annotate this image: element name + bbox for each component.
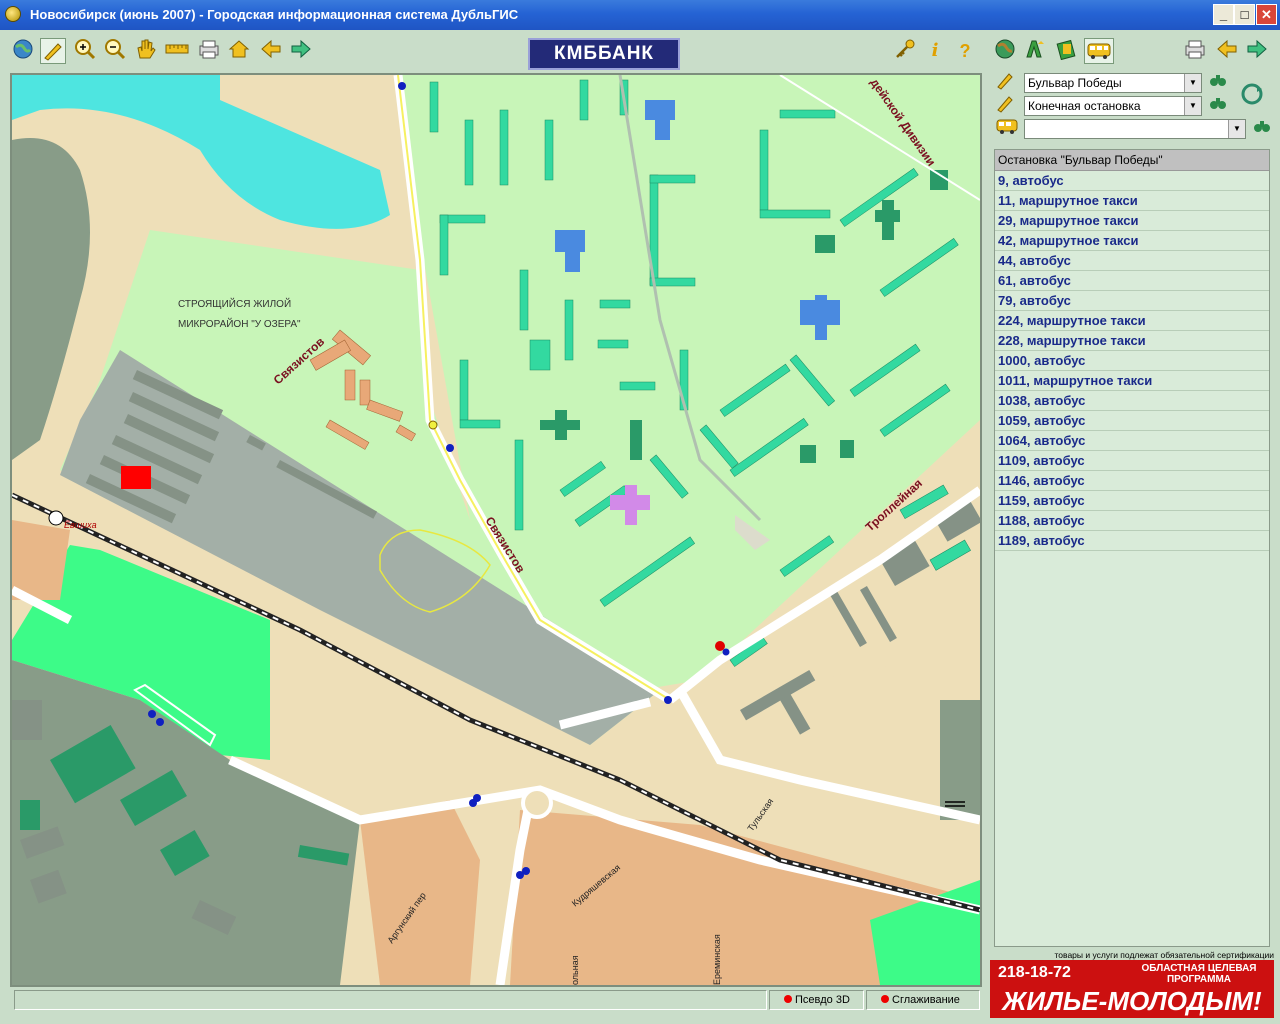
stop-routes-list[interactable]: Остановка "Бульвар Победы" 9, автобус 11… xyxy=(994,149,1270,947)
red-dot-icon xyxy=(881,995,889,1003)
red-dot-icon xyxy=(784,995,792,1003)
list-item[interactable]: 42, маршрутное такси xyxy=(995,231,1269,251)
ad-body[interactable]: 218-18-72 ОБЛАСТНАЯ ЦЕЛЕВАЯ ПРОГРАММА ЖИ… xyxy=(990,960,1274,1018)
map-view[interactable]: СТРОЯЩИЙСЯ ЖИЛОЙ МИКРОРАЙОН "У ОЗЕРА" Св… xyxy=(10,73,982,987)
app-icon xyxy=(5,6,21,22)
back-icon[interactable] xyxy=(258,38,284,64)
chevron-down-icon[interactable]: ▼ xyxy=(1228,120,1245,138)
stop-header: Остановка "Бульвар Победы" xyxy=(995,150,1269,171)
ad-banner[interactable]: товары и услуги подлежат обязательной се… xyxy=(990,950,1274,1018)
route-to-icon xyxy=(994,93,1016,115)
forward-icon[interactable] xyxy=(1244,38,1270,64)
bus-icon xyxy=(994,116,1020,138)
list-item[interactable]: 44, автобус xyxy=(995,251,1269,271)
pseudo3d-label: Псевдо 3D xyxy=(795,994,850,1006)
help-icon[interactable]: ? xyxy=(952,38,978,64)
list-item[interactable]: 228, маршрутное такси xyxy=(995,331,1269,351)
district-label: СТРОЯЩИЙСЯ ЖИЛОЙ xyxy=(178,297,291,310)
list-item[interactable]: 1188, автобус xyxy=(995,511,1269,531)
list-item[interactable]: 224, маршрутное такси xyxy=(995,311,1269,331)
list-item[interactable]: 9, автобус xyxy=(995,171,1269,191)
certification-note: товары и услуги подлежат обязательной се… xyxy=(1054,950,1275,960)
list-item[interactable]: 1109, автобус xyxy=(995,451,1269,471)
status-main xyxy=(14,990,767,1010)
binoculars-icon[interactable] xyxy=(1252,116,1272,138)
list-item[interactable]: 1059, автобус xyxy=(995,411,1269,431)
list-item[interactable]: 79, автобус xyxy=(995,291,1269,311)
zoom-in-icon[interactable] xyxy=(72,38,98,64)
ad-phone: 218-18-72 xyxy=(998,964,1071,981)
globe-search-icon[interactable] xyxy=(992,38,1018,64)
ad-slogan: ЖИЛЬЕ-МОЛОДЫМ! xyxy=(1002,986,1262,1016)
minimize-button[interactable]: _ xyxy=(1213,4,1234,25)
list-item[interactable]: 1159, автобус xyxy=(995,491,1269,511)
home-icon[interactable] xyxy=(226,38,252,64)
key-icon[interactable] xyxy=(892,38,918,64)
close-button[interactable]: ✕ xyxy=(1256,4,1277,25)
route-from-value: Бульвар Победы xyxy=(1028,76,1122,90)
list-item[interactable]: 1189, автобус xyxy=(995,531,1269,551)
forward-icon[interactable] xyxy=(288,38,314,64)
route-from-select[interactable]: Бульвар Победы ▼ xyxy=(1024,73,1202,93)
maximize-button[interactable]: □ xyxy=(1234,4,1255,25)
chevron-down-icon[interactable]: ▼ xyxy=(1184,97,1201,115)
smoothing-toggle[interactable]: Сглаживание xyxy=(866,990,980,1010)
list-item[interactable]: 1038, автобус xyxy=(995,391,1269,411)
print-icon[interactable] xyxy=(1182,38,1208,64)
pseudo3d-toggle[interactable]: Псевдо 3D xyxy=(769,990,864,1010)
list-item[interactable]: 29, маршрутное такси xyxy=(995,211,1269,231)
bank-logo[interactable]: КМББАНК xyxy=(528,38,680,70)
street-ereminskaya: Ереминская xyxy=(712,934,722,985)
list-item[interactable]: 1146, автобус xyxy=(995,471,1269,491)
list-item[interactable]: 61, автобус xyxy=(995,271,1269,291)
status-bar: Псевдо 3D Сглаживание xyxy=(14,990,980,1010)
ruler-icon[interactable] xyxy=(164,38,190,64)
info-icon[interactable]: i xyxy=(922,38,948,64)
list-item[interactable]: 1011, маршрутное такси xyxy=(995,371,1269,391)
window-title: Новосибирск (июнь 2007) - Городская инфо… xyxy=(30,7,519,22)
route-to-value: Конечная остановка xyxy=(1028,99,1141,113)
find-address-icon[interactable] xyxy=(1022,38,1048,64)
zoom-out-icon[interactable] xyxy=(102,38,128,64)
binoculars-icon[interactable] xyxy=(1208,93,1228,115)
station-label: Ёвшиха xyxy=(64,520,97,530)
find-org-icon[interactable] xyxy=(1054,38,1080,64)
list-item[interactable]: 1000, автобус xyxy=(995,351,1269,371)
bus-icon[interactable] xyxy=(1084,38,1114,64)
list-item[interactable]: 11, маршрутное такси xyxy=(995,191,1269,211)
print-icon[interactable] xyxy=(196,38,222,64)
title-bar: Новосибирск (июнь 2007) - Городская инфо… xyxy=(0,0,1280,30)
street-olnaya: ольная xyxy=(570,955,580,985)
swap-route-icon[interactable] xyxy=(1238,82,1266,108)
back-icon[interactable] xyxy=(1214,38,1240,64)
map-canvas[interactable]: СТРОЯЩИЙСЯ ЖИЛОЙ МИКРОРАЙОН "У ОЗЕРА" Св… xyxy=(12,75,980,985)
list-item[interactable]: 1064, автобус xyxy=(995,431,1269,451)
binoculars-icon[interactable] xyxy=(1208,70,1228,92)
pen-icon[interactable] xyxy=(40,38,66,64)
district-label-2: МИКРОРАЙОН "У ОЗЕРА" xyxy=(178,317,301,330)
route-from-icon xyxy=(994,70,1016,92)
smoothing-label: Сглаживание xyxy=(892,994,960,1006)
transport-select[interactable]: ▼ xyxy=(1024,119,1246,139)
hand-icon[interactable] xyxy=(132,38,158,64)
globe-icon[interactable] xyxy=(10,38,36,64)
route-to-select[interactable]: Конечная остановка ▼ xyxy=(1024,96,1202,116)
ad-program: ОБЛАСТНАЯ ЦЕЛЕВАЯ ПРОГРАММА xyxy=(1141,963,1257,985)
chevron-down-icon[interactable]: ▼ xyxy=(1184,74,1201,92)
